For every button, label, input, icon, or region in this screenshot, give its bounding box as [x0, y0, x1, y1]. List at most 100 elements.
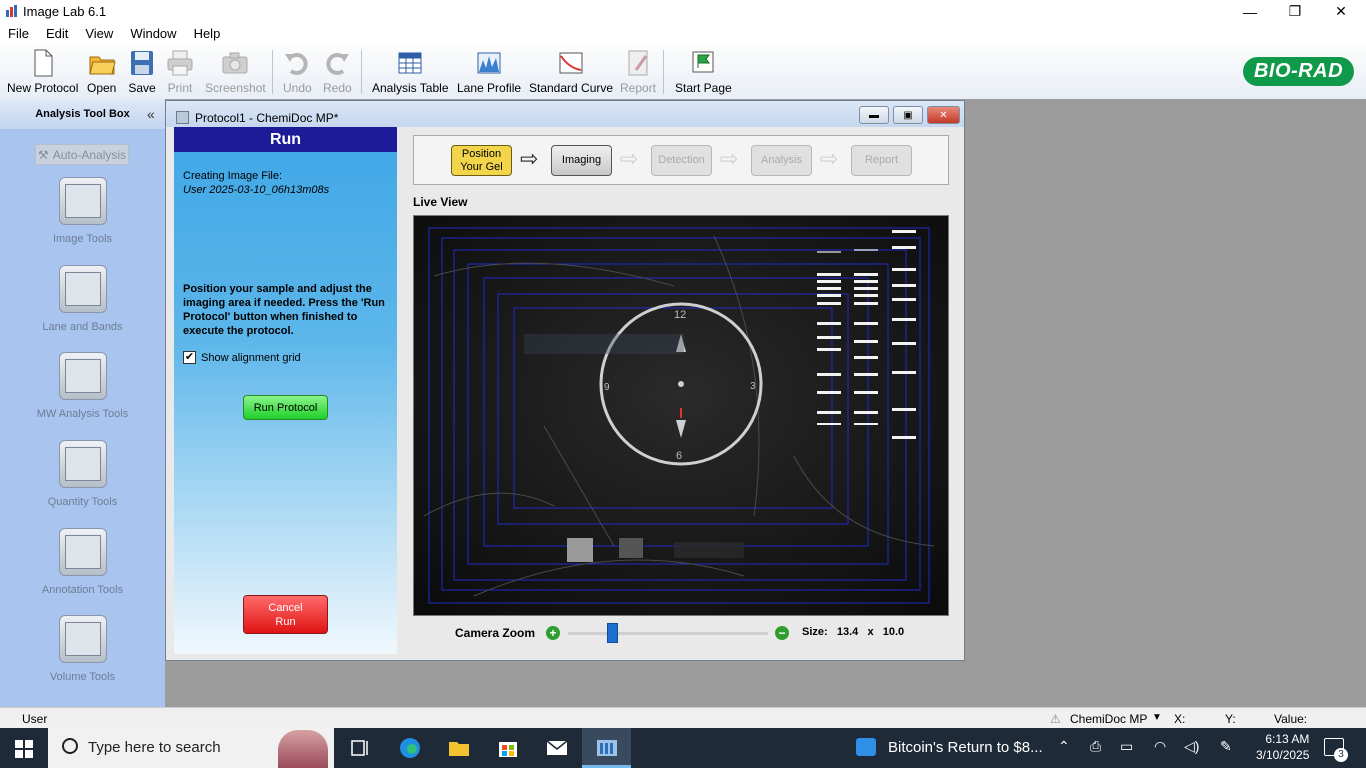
new-protocol-button[interactable]: New Protocol: [7, 48, 78, 95]
file-name: User 2025-03-10_06h13m08s: [183, 184, 330, 196]
zoom-out-icon[interactable]: −: [775, 626, 789, 640]
lane-bands-icon: [58, 265, 107, 313]
menu-help[interactable]: Help: [186, 26, 230, 41]
taskbar-search-box[interactable]: Type here to search: [48, 728, 334, 768]
menu-bar: File Edit View Window Help: [0, 23, 1366, 44]
file-explorer-icon[interactable]: [447, 736, 471, 760]
volume-tools-button[interactable]: Volume Tools: [0, 615, 165, 683]
chevron-up-icon[interactable]: ⌃: [1058, 738, 1070, 755]
app-title: Image Lab 6.1: [23, 4, 107, 19]
search-placeholder: Type here to search: [88, 739, 221, 756]
image-lab-taskbar-button[interactable]: [582, 728, 631, 768]
arrow-right-icon: ⇨: [820, 146, 839, 171]
step-imaging[interactable]: Imaging: [551, 145, 612, 176]
step-position-your-gel[interactable]: Position Your Gel: [451, 145, 512, 176]
instructions: Position your sample and adjust the imag…: [183, 283, 385, 337]
image-tools-icon: [58, 177, 107, 225]
zoom-slider-track[interactable]: [568, 632, 768, 635]
battery-icon[interactable]: ▭: [1120, 738, 1133, 755]
menu-view[interactable]: View: [77, 26, 122, 41]
mail-icon[interactable]: [545, 736, 569, 760]
screenshot-button[interactable]: Screenshot: [205, 48, 266, 95]
step-analysis[interactable]: Analysis: [751, 145, 812, 176]
profile-chart-icon: [477, 52, 501, 74]
start-page-button[interactable]: Start Page: [675, 48, 732, 95]
task-view-icon[interactable]: [348, 736, 372, 760]
curve-chart-icon: [559, 52, 583, 74]
folder-open-icon: [89, 56, 116, 75]
dialog-maximize-icon[interactable]: ▣: [893, 106, 923, 124]
quantity-tools-icon: [58, 440, 107, 488]
lane-and-bands-button[interactable]: Lane and Bands: [0, 265, 165, 333]
annotation-tools-icon: [58, 528, 107, 576]
redo-button[interactable]: Redo: [323, 48, 352, 95]
restore-icon[interactable]: ❐: [1272, 0, 1318, 23]
pen-icon[interactable]: ✎: [1220, 738, 1232, 755]
dialog-minimize-icon[interactable]: ▬: [859, 106, 889, 124]
floppy-icon: [131, 51, 153, 75]
alignment-grid-label[interactable]: Show alignment grid: [201, 352, 301, 364]
zoom-slider-thumb[interactable]: [606, 623, 618, 643]
report-button[interactable]: Report: [620, 48, 656, 95]
svg-text:12: 12: [674, 309, 686, 321]
status-user: User: [22, 712, 48, 726]
warning-icon: ⚠: [1050, 712, 1061, 726]
undo-button[interactable]: Undo: [283, 48, 312, 95]
wifi-icon[interactable]: ◠: [1154, 738, 1166, 755]
dialog-close-icon[interactable]: ✕: [927, 106, 960, 124]
zoom-in-icon[interactable]: +: [546, 626, 560, 640]
redo-icon: [326, 53, 350, 75]
status-instrument[interactable]: ChemiDoc MP: [1070, 712, 1147, 726]
news-widget-icon[interactable]: [856, 738, 876, 756]
camera-icon: [222, 52, 248, 74]
step-report[interactable]: Report: [851, 145, 912, 176]
camera-zoom-label: Camera Zoom: [455, 626, 536, 640]
open-button[interactable]: Open: [87, 48, 116, 95]
protocol-dialog: Protocol1 - ChemiDoc MP* ▬ ▣ ✕ Run Creat…: [165, 100, 965, 661]
dialog-title: Protocol1 - ChemiDoc MP*: [195, 111, 339, 125]
menu-edit[interactable]: Edit: [38, 26, 77, 41]
live-view-label: Live View: [413, 195, 468, 209]
toolbar-separator: [272, 50, 273, 94]
edge-browser-icon[interactable]: [398, 736, 422, 760]
toolbox-title: Analysis Tool Box: [0, 99, 165, 129]
image-tools-button[interactable]: Image Tools: [0, 177, 165, 245]
sample-block: [567, 538, 593, 562]
collapse-panel-button[interactable]: «: [147, 106, 155, 122]
standard-curve-button[interactable]: Standard Curve: [529, 48, 613, 95]
auto-analysis-button[interactable]: ⚒ Auto-Analysis: [35, 144, 129, 165]
quantity-tools-button[interactable]: Quantity Tools: [0, 440, 165, 508]
store-icon[interactable]: [496, 736, 520, 760]
volume-tools-icon: [58, 615, 107, 663]
menu-window[interactable]: Window: [122, 26, 185, 41]
mw-analysis-tools-button[interactable]: MW Analysis Tools: [0, 352, 165, 420]
print-button[interactable]: Print: [166, 48, 194, 95]
news-headline[interactable]: Bitcoin's Return to $8...: [888, 739, 1043, 756]
windows-start-icon[interactable]: [15, 740, 33, 758]
workflow-steps: Position Your Gel ⇨ Imaging ⇨ Detection ⇨…: [413, 135, 949, 185]
taskbar-clock[interactable]: 6:13 AM 3/10/2025: [1256, 731, 1309, 763]
save-button[interactable]: Save: [128, 48, 156, 95]
meet-now-icon[interactable]: ⎙: [1090, 738, 1101, 755]
menu-file[interactable]: File: [0, 26, 38, 41]
sample-block: [619, 538, 643, 558]
search-highlight-illustration: [278, 730, 328, 768]
live-view-image[interactable]: 12 6 9 3: [413, 215, 949, 616]
printer-icon: [167, 50, 193, 76]
windows-taskbar: Type here to search Bitcoin's Return to …: [0, 728, 1366, 768]
volume-icon[interactable]: ◁): [1184, 738, 1199, 755]
close-icon[interactable]: ✕: [1318, 0, 1364, 23]
analysis-table-button[interactable]: Analysis Table: [372, 48, 449, 95]
lane-profile-button[interactable]: Lane Profile: [457, 48, 521, 95]
chevron-down-icon[interactable]: ▼: [1152, 712, 1162, 723]
alignment-grid-checkbox[interactable]: ✔: [183, 351, 196, 364]
svg-text:6: 6: [676, 450, 682, 462]
svg-text:3: 3: [750, 381, 756, 392]
minimize-icon[interactable]: —: [1227, 0, 1273, 23]
annotation-tools-button[interactable]: Annotation Tools: [0, 528, 165, 596]
image-size-readout: Size: 13.4 x 10.0: [802, 626, 905, 638]
step-detection[interactable]: Detection: [651, 145, 712, 176]
live-view-canvas: 12 6 9 3: [414, 216, 948, 615]
cancel-run-button[interactable]: Cancel Run: [243, 595, 328, 634]
run-protocol-button[interactable]: Run Protocol: [243, 395, 328, 420]
